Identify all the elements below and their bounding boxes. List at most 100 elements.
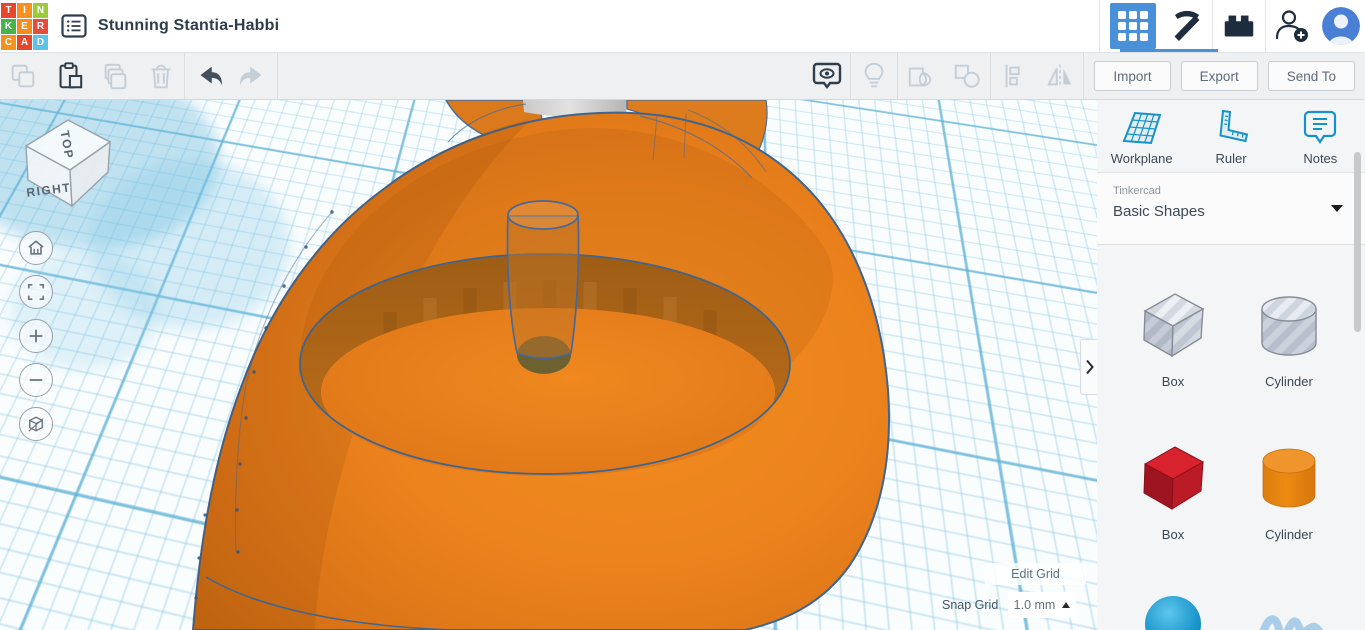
import-button[interactable]: Import <box>1094 61 1171 91</box>
delete-button[interactable] <box>138 53 184 99</box>
logo-tile: K <box>1 18 16 34</box>
shape-cylinder-hole[interactable]: Cylinder <box>1231 285 1347 438</box>
logo-tile: T <box>1 2 16 18</box>
workplane-icon <box>1122 111 1161 144</box>
active-tab-indicator <box>1120 49 1218 52</box>
logo-tile: N <box>33 2 48 18</box>
align-button[interactable] <box>991 53 1037 99</box>
ruler-label: Ruler <box>1215 150 1247 166</box>
shape-box-solid[interactable]: Box <box>1115 438 1231 591</box>
design-menu-icon[interactable] <box>59 11 89 41</box>
perspective-cube-icon <box>28 416 44 432</box>
viewport-nav <box>19 231 53 441</box>
duplicate-icon <box>104 63 127 90</box>
shape-box-hole[interactable]: Box <box>1115 285 1231 438</box>
shape-cylinder-solid[interactable]: Cylinder <box>1231 438 1347 591</box>
show-hide-button[interactable] <box>804 53 850 99</box>
shapes-panel: Workplane Ruler Notes Tinkercad Basic Sh… <box>1097 100 1365 630</box>
paste-button[interactable] <box>46 53 92 99</box>
brick-icon <box>1224 15 1254 37</box>
paste-icon <box>59 62 83 89</box>
send-to-button[interactable]: Send To <box>1267 61 1355 91</box>
fit-view-icon <box>27 283 45 301</box>
panel-scrollbar[interactable] <box>1354 152 1361 332</box>
caret-up-icon <box>1062 602 1071 608</box>
design-title[interactable]: Stunning Stantia-Habbi <box>98 17 279 35</box>
notes-icon <box>1304 110 1337 144</box>
logo-tile: D <box>33 34 48 50</box>
show-all-button[interactable] <box>851 53 897 99</box>
edit-grid-button[interactable]: Edit Grid <box>985 563 1086 585</box>
apps-grid-button[interactable] <box>1110 3 1156 49</box>
home-view-button[interactable] <box>19 231 53 265</box>
tinkercad-logo[interactable]: T I N K E R C A D <box>1 2 48 50</box>
plus-icon <box>29 329 43 343</box>
caret-down-icon <box>1331 205 1343 212</box>
snap-grid-value: 1.0 mm <box>1013 598 1056 612</box>
zoom-in-button[interactable] <box>19 319 53 353</box>
workplane-tool[interactable]: Workplane <box>1097 100 1186 172</box>
view-cube[interactable]: TOP RIGHT <box>18 112 118 212</box>
home-icon <box>28 240 44 255</box>
shape-scribble-partial[interactable] <box>1231 591 1347 630</box>
minus-icon <box>29 379 43 381</box>
add-person-icon <box>1275 10 1308 42</box>
mirror-button[interactable] <box>1037 53 1083 99</box>
brick-button[interactable] <box>1213 0 1265 52</box>
perspective-toggle-button[interactable] <box>19 407 53 441</box>
chevron-right-icon <box>1085 359 1094 375</box>
logo-tile: I <box>17 2 32 18</box>
fit-view-button[interactable] <box>19 275 53 309</box>
invite-user-button[interactable] <box>1266 0 1318 52</box>
ungroup-button[interactable] <box>944 53 990 99</box>
account-avatar[interactable] <box>1322 7 1360 45</box>
snap-grid-dropdown[interactable]: 1.0 mm <box>1008 592 1076 618</box>
library-category: Basic Shapes <box>1113 203 1205 220</box>
snap-grid-label: Snap Grid <box>942 598 999 612</box>
ruler-tool[interactable]: Ruler <box>1186 100 1275 172</box>
tinkercad-app: T I N K E R C A D Stunning Stantia-Habbi <box>0 0 1365 630</box>
scribble-icon <box>1259 615 1323 630</box>
logo-tile: A <box>17 34 32 50</box>
redo-icon <box>239 66 262 86</box>
duplicate-button[interactable] <box>92 53 138 99</box>
copy-icon <box>11 64 35 88</box>
panel-tools: Workplane Ruler Notes <box>1097 100 1365 173</box>
lightbulb-icon <box>865 62 884 88</box>
apps-grid-icon <box>1118 11 1148 41</box>
cylinder-orange-icon <box>1262 448 1316 508</box>
undo-button[interactable] <box>185 53 231 99</box>
panel-collapse-handle[interactable] <box>1080 339 1097 395</box>
trash-icon <box>151 64 171 89</box>
redo-button[interactable] <box>231 53 277 99</box>
copy-button[interactable] <box>0 53 46 99</box>
align-icon <box>1005 64 1021 88</box>
model-cylinder-pin[interactable] <box>506 200 580 374</box>
export-button[interactable]: Export <box>1180 61 1258 91</box>
ungroup-icon <box>955 64 981 88</box>
pickaxe-icon <box>1174 10 1200 41</box>
zoom-out-button[interactable] <box>19 363 53 397</box>
shape-sphere-partial[interactable] <box>1115 591 1231 630</box>
library-source: Tinkercad <box>1113 185 1161 197</box>
undo-icon <box>200 66 223 86</box>
minecraft-pickaxe-button[interactable] <box>1160 0 1212 52</box>
logo-tile: C <box>1 34 16 50</box>
shape-label: Box <box>1161 527 1185 542</box>
group-icon <box>909 67 932 87</box>
3d-viewport[interactable]: TOP RIGHT Edit Grid Snap Grid 1.0 mm <box>0 100 1097 630</box>
shape-label: Cylinder <box>1265 374 1313 389</box>
mirror-icon <box>1047 64 1072 88</box>
notes-tool[interactable]: Notes <box>1276 100 1365 172</box>
divider <box>1099 0 1100 52</box>
shape-label: Box <box>1161 374 1185 389</box>
shape-gallery: Box Cylinder Box Cylinder <box>1097 245 1365 630</box>
show-hide-icon <box>813 62 842 89</box>
edit-toolbar: Import Export Send To <box>0 53 1365 100</box>
top-right-actions <box>1099 0 1365 52</box>
box-hole-icon <box>1143 293 1205 358</box>
shape-library-dropdown[interactable]: Tinkercad Basic Shapes <box>1097 173 1365 245</box>
model-canvas[interactable] <box>0 100 1097 630</box>
group-button[interactable] <box>898 53 944 99</box>
cylinder-hole-icon <box>1261 296 1317 356</box>
